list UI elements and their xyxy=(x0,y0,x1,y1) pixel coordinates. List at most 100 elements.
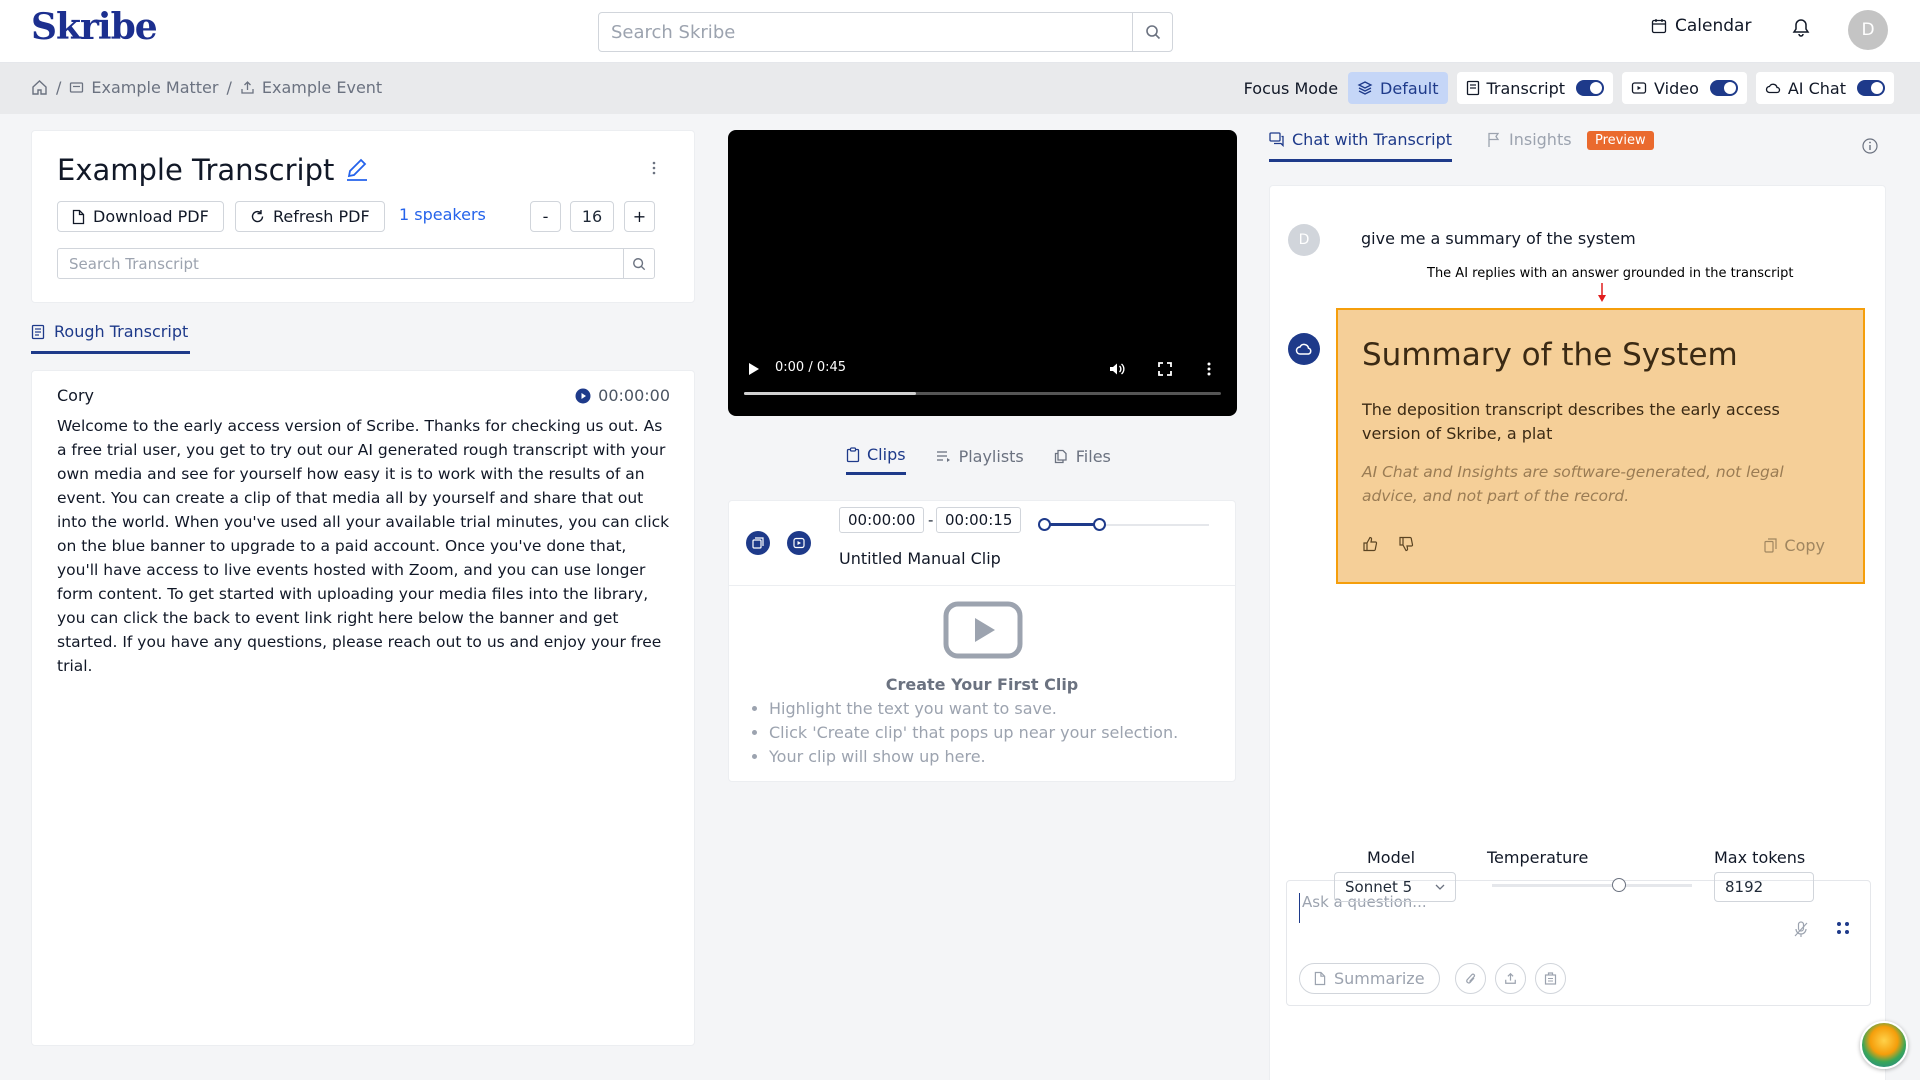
tab-chat-with-transcript[interactable]: Chat with Transcript xyxy=(1269,130,1453,162)
preview-badge: Preview xyxy=(1587,131,1654,150)
options-grid-icon[interactable] xyxy=(1836,921,1850,935)
breadcrumb-bar: / Example Matter / Example Event Focus M… xyxy=(0,63,1920,114)
more-vertical-icon xyxy=(652,161,656,175)
assistant-fab-button[interactable] xyxy=(1860,1021,1908,1069)
font-size-value[interactable]: 16 xyxy=(570,201,614,232)
clip-range-start-handle[interactable] xyxy=(1038,518,1051,531)
tab-clips[interactable]: Clips xyxy=(846,445,906,475)
focus-toggle-video[interactable]: Video xyxy=(1622,72,1747,104)
volume-icon[interactable] xyxy=(1109,362,1125,376)
transcript-text[interactable]: Welcome to the early access version of S… xyxy=(57,414,672,678)
max-tokens-label: Max tokens xyxy=(1714,848,1806,867)
global-search-button[interactable] xyxy=(1132,13,1172,51)
transcript-toggle-switch[interactable] xyxy=(1576,80,1605,96)
copy-icon xyxy=(1764,538,1778,553)
transcript-search-button[interactable] xyxy=(623,249,654,278)
user-avatar[interactable]: D xyxy=(1848,10,1888,50)
upload-button[interactable] xyxy=(1495,963,1526,994)
clip-icon xyxy=(846,446,860,462)
clip-title[interactable]: Untitled Manual Clip xyxy=(839,549,1001,568)
youtube-play-icon xyxy=(943,601,1023,659)
tab-files[interactable]: Files xyxy=(1054,445,1111,475)
font-size-decrease-button[interactable]: - xyxy=(530,201,561,232)
bell-icon xyxy=(1792,19,1810,37)
answer-heading: Summary of the System xyxy=(1362,337,1738,373)
model-value: Sonnet 5 xyxy=(1345,878,1413,896)
top-bar: Skribe Calendar D xyxy=(0,0,1920,63)
tab-insights[interactable]: Insights xyxy=(1487,130,1572,159)
attach-button[interactable] xyxy=(1455,963,1486,994)
video-player[interactable]: 0:00 / 0:45 xyxy=(728,130,1237,416)
summarize-button[interactable]: Summarize xyxy=(1299,963,1440,994)
copy-answer-button[interactable]: Copy xyxy=(1764,536,1825,555)
microphone-off-icon[interactable] xyxy=(1794,921,1808,938)
paperclip-icon xyxy=(1465,973,1475,983)
thumbs-down-icon[interactable] xyxy=(1398,536,1414,552)
empty-clips-step: Click 'Create clip' that pops up near yo… xyxy=(769,721,1178,745)
model-select[interactable]: Sonnet 5 xyxy=(1334,872,1456,902)
temperature-slider[interactable] xyxy=(1492,878,1692,892)
duplicate-clip-button[interactable] xyxy=(746,531,770,555)
notifications-button[interactable] xyxy=(1792,18,1810,42)
breadcrumb-label-event: Example Event xyxy=(261,78,383,97)
focus-toggle-ai-chat[interactable]: AI Chat xyxy=(1755,72,1894,104)
clip-start-time[interactable]: 00:00:00 xyxy=(839,507,925,533)
clip-range-selection xyxy=(1044,523,1100,526)
empty-clips-step: Highlight the text you want to save. xyxy=(769,697,1178,721)
timestamp-label: 00:00:00 xyxy=(598,386,670,405)
calculator-button[interactable] xyxy=(1535,963,1566,994)
download-pdf-button[interactable]: Download PDF xyxy=(57,201,224,232)
video-more-icon[interactable] xyxy=(1207,362,1211,376)
refresh-pdf-button[interactable]: Refresh PDF xyxy=(235,201,385,232)
thumbs-up-icon[interactable] xyxy=(1362,536,1378,552)
playlist-icon xyxy=(936,451,950,462)
chat-tabs: Chat with Transcript Insights Preview xyxy=(1269,130,1878,166)
breadcrumb-item-event[interactable]: Example Event xyxy=(240,78,382,97)
ai-answer-bubble: Summary of the System The deposition tra… xyxy=(1336,308,1865,584)
font-size-increase-button[interactable]: + xyxy=(624,201,655,232)
refresh-icon xyxy=(251,210,264,223)
video-progress-bar[interactable] xyxy=(744,392,1221,395)
breadcrumb: / Example Matter / Example Event xyxy=(31,78,382,97)
clip-time-separator: - xyxy=(928,511,934,529)
focus-toggle-transcript[interactable]: Transcript xyxy=(1456,72,1614,104)
calendar-button[interactable]: Calendar xyxy=(1651,16,1751,36)
temperature-handle[interactable] xyxy=(1612,878,1626,892)
copy-answer-label: Copy xyxy=(1784,536,1825,555)
home-icon[interactable] xyxy=(31,79,48,96)
max-tokens-input[interactable]: 8192 xyxy=(1714,872,1814,902)
clips-card: 00:00:00 - 00:00:15 Untitled Manual Clip… xyxy=(728,500,1236,782)
focus-default-button[interactable]: Default xyxy=(1348,72,1448,104)
tab-clips-label: Clips xyxy=(867,445,906,464)
breadcrumb-item-matter[interactable]: Example Matter xyxy=(69,78,218,97)
file-icon xyxy=(1314,971,1326,986)
play-icon[interactable] xyxy=(748,362,760,376)
tab-playlists-label: Playlists xyxy=(958,446,1024,466)
transcript-timestamp[interactable]: 00:00:00 xyxy=(575,386,670,405)
transcript-search-input[interactable] xyxy=(58,249,623,278)
tab-rough-transcript[interactable]: Rough Transcript xyxy=(31,318,191,354)
speakers-link[interactable]: 1 speakers xyxy=(399,205,486,224)
ai-chat-toggle-switch[interactable] xyxy=(1857,80,1885,96)
global-search-input[interactable] xyxy=(599,13,1132,51)
fullscreen-icon[interactable] xyxy=(1158,362,1172,376)
transcript-more-menu[interactable] xyxy=(652,161,656,179)
empty-clips-steps: Highlight the text you want to save. Cli… xyxy=(769,697,1178,769)
tab-rough-transcript-label: Rough Transcript xyxy=(54,322,189,341)
upload-icon xyxy=(1505,972,1516,984)
file-icon xyxy=(72,209,85,224)
info-icon[interactable] xyxy=(1862,138,1878,154)
tab-playlists[interactable]: Playlists xyxy=(936,445,1024,475)
video-icon xyxy=(1631,82,1647,94)
save-clip-button[interactable] xyxy=(787,531,811,555)
video-toggle-switch[interactable] xyxy=(1709,80,1738,96)
copy-icon xyxy=(752,537,764,549)
search-icon xyxy=(633,257,646,270)
skribe-logo[interactable]: Skribe xyxy=(31,6,158,48)
clip-range-end-handle[interactable] xyxy=(1093,518,1106,531)
edit-pencil-icon[interactable] xyxy=(344,157,370,183)
transcript-doc-icon xyxy=(31,324,45,339)
chat-card: D give me a summary of the system The AI… xyxy=(1269,185,1886,1080)
speaker-name: Cory xyxy=(57,386,95,405)
clip-end-time[interactable]: 00:00:15 xyxy=(936,507,1022,533)
